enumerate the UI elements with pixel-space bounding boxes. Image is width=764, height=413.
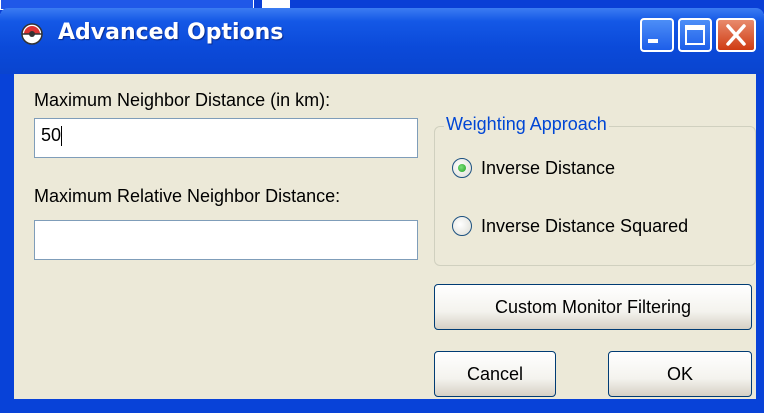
weighting-approach-group <box>434 126 756 266</box>
inverse-distance-radio[interactable] <box>452 158 472 178</box>
close-button[interactable] <box>716 18 756 52</box>
custom-monitor-filtering-button[interactable]: Custom Monitor Filtering <box>434 284 752 330</box>
inverse-distance-label[interactable]: Inverse Distance <box>481 158 615 179</box>
dialog-body: Maximum Neighbor Distance (in km): 50 Ma… <box>14 74 756 399</box>
max-relative-distance-input[interactable] <box>34 220 418 260</box>
max-distance-label: Maximum Neighbor Distance (in km): <box>34 90 331 110</box>
cancel-button[interactable]: Cancel <box>434 351 556 397</box>
app-icon <box>21 23 43 45</box>
max-relative-distance-label: Maximum Relative Neighbor Distance: <box>34 186 341 206</box>
maximize-button[interactable] <box>678 18 712 52</box>
advanced-options-dialog: Advanced Options Maximum Neighbor Distan… <box>0 8 764 413</box>
maximize-icon <box>685 25 705 45</box>
max-distance-input[interactable]: 50 <box>34 118 418 158</box>
inverse-distance-squared-label[interactable]: Inverse Distance Squared <box>481 216 688 237</box>
window-title: Advanced Options <box>58 20 284 45</box>
close-icon <box>726 24 746 46</box>
inverse-distance-squared-radio[interactable] <box>452 216 472 236</box>
minimize-button[interactable] <box>640 18 674 52</box>
title-bar[interactable]: Advanced Options <box>0 8 764 74</box>
text-caret <box>61 126 63 147</box>
weighting-approach-title: Weighting Approach <box>444 114 609 135</box>
ok-button[interactable]: OK <box>608 351 752 397</box>
minimize-icon <box>648 39 658 43</box>
radio-selected-dot <box>458 164 466 172</box>
